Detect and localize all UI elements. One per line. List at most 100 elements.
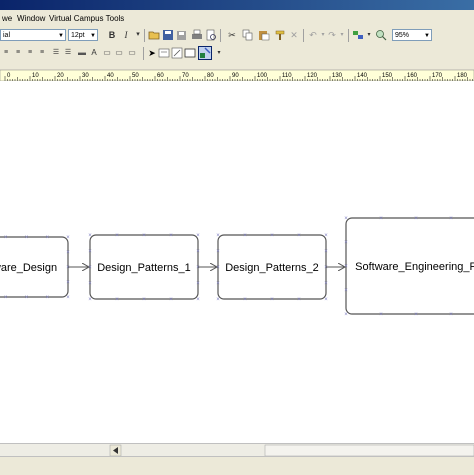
selection-handle[interactable]: × (169, 233, 173, 239)
selection-handle[interactable]: × (414, 312, 418, 318)
save-as-icon[interactable] (176, 29, 188, 41)
align-right-icon[interactable]: ≡ (36, 47, 48, 59)
selection-handle[interactable]: × (243, 297, 247, 303)
selection-handle[interactable]: × (115, 233, 119, 239)
paste-icon[interactable] (258, 29, 270, 41)
selection-handle[interactable]: × (216, 249, 220, 255)
scroll-thumb[interactable] (264, 444, 474, 457)
selection-handle[interactable]: × (324, 249, 328, 255)
align-left-icon[interactable]: ≡ (0, 47, 12, 59)
scroll-left-button[interactable] (109, 444, 122, 457)
print-preview-icon[interactable] (205, 29, 217, 41)
selection-handle[interactable]: × (449, 312, 453, 318)
dropdown-arrow-icon[interactable]: ▾ (132, 29, 144, 41)
menu-item-window[interactable]: Window (17, 14, 45, 23)
selection-handle[interactable]: × (270, 233, 274, 239)
stencil-dropdown-icon[interactable]: ▾ (213, 47, 225, 59)
delete-icon[interactable]: ✕ (288, 29, 300, 41)
selection-handle[interactable]: × (344, 312, 348, 318)
copy-icon[interactable] (242, 29, 254, 41)
selection-handle[interactable]: × (324, 265, 328, 271)
selection-handle[interactable]: × (88, 297, 92, 303)
selection-handle[interactable]: × (324, 233, 328, 239)
stencil-tool-icon[interactable] (198, 46, 212, 60)
selection-handle[interactable]: × (142, 297, 146, 303)
selection-handle[interactable]: × (196, 265, 200, 271)
cut-icon[interactable]: ✂ (226, 29, 238, 41)
connect-dropdown-icon[interactable]: ▾ (363, 29, 375, 41)
text-color-icon[interactable]: A (88, 47, 100, 59)
selection-handle[interactable]: × (216, 233, 220, 239)
bold-button[interactable]: B (106, 29, 118, 41)
selection-handle[interactable]: × (196, 233, 200, 239)
shadow-icon[interactable]: ▭ (126, 47, 138, 59)
selection-handle[interactable]: × (196, 281, 200, 287)
pan-zoom-icon[interactable] (375, 29, 387, 41)
connector-tool-icon[interactable] (171, 47, 183, 59)
text-tool-icon[interactable] (158, 47, 170, 59)
menu-item-virtual-campus-tools[interactable]: Virtual Campus Tools (49, 14, 124, 23)
horizontal-scrollbar[interactable] (0, 443, 474, 457)
selection-handle[interactable]: × (216, 265, 220, 271)
selection-handle[interactable]: × (379, 216, 383, 222)
selection-handle[interactable]: × (45, 235, 49, 241)
drawing-canvas[interactable]: ware_Design××××××××××××××××Design_Patter… (0, 88, 474, 443)
selection-handle[interactable]: × (196, 297, 200, 303)
selection-handle[interactable]: × (25, 235, 29, 241)
selection-handle[interactable]: × (66, 295, 70, 301)
selection-handle[interactable]: × (344, 240, 348, 246)
fill-color-icon[interactable]: ▭ (113, 47, 125, 59)
selection-handle[interactable]: × (324, 297, 328, 303)
selection-handle[interactable]: × (297, 297, 301, 303)
pointer-tool-icon[interactable]: ➤ (146, 47, 158, 59)
selection-handle[interactable]: × (115, 297, 119, 303)
bullets-icon[interactable]: ☰ (50, 47, 62, 59)
selection-handle[interactable]: × (169, 297, 173, 303)
align-justify-icon[interactable]: ≡ (24, 47, 36, 59)
selection-handle[interactable]: × (4, 295, 8, 301)
selection-handle[interactable]: × (88, 265, 92, 271)
selection-handle[interactable]: × (216, 297, 220, 303)
diagram-node[interactable]: ware_Design×××××××××××××××× (0, 235, 70, 301)
diagram-node[interactable]: Design_Patterns_1 × × × × × × × × × × × × × × × × (88, 233, 200, 303)
paragraph-icon[interactable]: ▬ (76, 47, 88, 59)
selection-handle[interactable]: × (45, 295, 49, 301)
selection-handle[interactable]: × (88, 249, 92, 255)
save-icon[interactable] (162, 29, 174, 41)
selection-handle[interactable]: × (66, 280, 70, 286)
print-icon[interactable] (191, 29, 203, 41)
align-center-icon[interactable]: ≡ (12, 47, 24, 59)
rectangle-tool-icon[interactable] (184, 47, 196, 59)
selection-handle[interactable]: × (270, 297, 274, 303)
selection-handle[interactable]: × (216, 281, 220, 287)
selection-handle[interactable]: × (196, 249, 200, 255)
open-folder-icon[interactable] (148, 29, 160, 41)
font-name-select[interactable]: ial ▼ (0, 29, 66, 41)
format-painter-icon[interactable] (274, 29, 286, 41)
diagram-node[interactable]: Design_Patterns_2 × × × × × × × × × × × × × × × × (216, 233, 328, 303)
selection-handle[interactable]: × (66, 265, 70, 271)
selection-handle[interactable]: × (414, 216, 418, 222)
selection-handle[interactable]: × (344, 288, 348, 294)
selection-handle[interactable]: × (297, 233, 301, 239)
selection-handle[interactable]: × (324, 281, 328, 287)
selection-handle[interactable]: × (344, 216, 348, 222)
italic-button[interactable]: I (120, 29, 132, 41)
selection-handle[interactable]: × (379, 312, 383, 318)
selection-handle[interactable]: × (142, 233, 146, 239)
line-color-icon[interactable]: ▭ (101, 47, 113, 59)
selection-handle[interactable]: × (88, 281, 92, 287)
redo-dropdown-icon[interactable]: ▾ (336, 29, 348, 41)
selection-handle[interactable]: × (88, 233, 92, 239)
font-size-select[interactable]: 12pt ▼ (68, 29, 98, 41)
selection-handle[interactable]: × (243, 233, 247, 239)
menu-item-view[interactable]: we (2, 14, 12, 23)
diagram-node[interactable]: Software_Engineering_P×××××××××××××××× (344, 216, 474, 318)
zoom-select[interactable]: 95% ▼ (392, 29, 432, 41)
selection-handle[interactable]: × (66, 250, 70, 256)
indent-icon[interactable]: ☰ (62, 47, 74, 59)
selection-handle[interactable]: × (25, 295, 29, 301)
selection-handle[interactable]: × (66, 235, 70, 241)
selection-handle[interactable]: × (4, 235, 8, 241)
selection-handle[interactable]: × (449, 216, 453, 222)
